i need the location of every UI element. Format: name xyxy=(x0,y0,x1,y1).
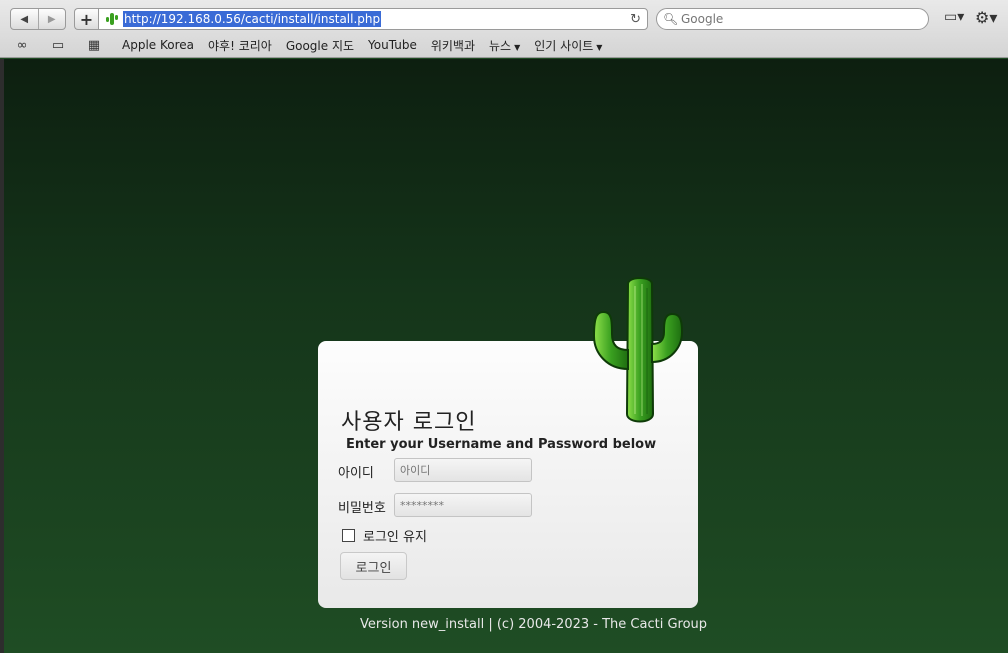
chevron-down-icon: ▼ xyxy=(514,42,521,52)
bookmark-google-maps[interactable]: Google 지도 xyxy=(286,37,354,54)
chevron-down-icon: ▼ xyxy=(596,42,603,52)
reload-icon[interactable]: ↻ xyxy=(630,12,641,27)
cactus-logo xyxy=(592,277,684,423)
username-input[interactable] xyxy=(394,458,532,482)
remember-checkbox[interactable] xyxy=(342,529,355,542)
remember-label: 로그인 유지 xyxy=(363,530,427,545)
login-button[interactable]: 로그인 xyxy=(340,552,407,580)
bookmark-apple-korea[interactable]: Apple Korea xyxy=(122,38,194,52)
add-icon[interactable]: + xyxy=(74,8,98,30)
reading-list-icon[interactable]: ∞ xyxy=(8,38,36,53)
search-field[interactable]: 🔍︎ xyxy=(656,8,929,30)
bookmarks-bar: ∞ ▭ ▦ Apple Korea 야후! 코리아 Google 지도 YouT… xyxy=(0,34,603,56)
remember-row: 로그인 유지 xyxy=(342,526,427,545)
page-menu-icon[interactable]: ▭▾ xyxy=(944,9,968,29)
bookmarks-icon[interactable]: ▭ xyxy=(44,38,72,53)
left-edge-strip xyxy=(0,59,4,653)
browser-toolbar: ◀ ▶ + http://192.168.0.56/cacti/install/… xyxy=(0,0,1008,58)
search-icon: 🔍︎ xyxy=(663,12,679,26)
forward-icon[interactable]: ▶ xyxy=(37,9,66,29)
address-bar[interactable]: http://192.168.0.56/cacti/install/instal… xyxy=(98,8,648,30)
cacti-favicon xyxy=(106,13,118,25)
bookmark-popular-sites[interactable]: 인기 사이트 ▼ xyxy=(534,37,602,54)
bookmark-wikipedia[interactable]: 위키백과 xyxy=(431,37,475,54)
url-text[interactable]: http://192.168.0.56/cacti/install/instal… xyxy=(123,11,382,27)
settings-icon[interactable]: ⚙▾ xyxy=(975,8,1001,30)
bookmark-news[interactable]: 뉴스 ▼ xyxy=(489,37,520,54)
back-icon[interactable]: ◀ xyxy=(11,9,38,29)
login-title: 사용자 로그인 xyxy=(341,410,477,435)
login-subtitle: Enter your Username and Password below xyxy=(346,437,657,452)
version-footer: Version new_install | (c) 2004-2023 - Th… xyxy=(360,617,708,632)
bookmark-news-label: 뉴스 xyxy=(489,38,512,53)
password-label: 비밀번호 xyxy=(338,501,386,516)
bookmark-youtube[interactable]: YouTube xyxy=(368,38,417,52)
bookmark-popular-sites-label: 인기 사이트 xyxy=(534,38,594,53)
bookmark-yahoo-korea[interactable]: 야후! 코리아 xyxy=(208,37,272,54)
search-input[interactable] xyxy=(681,12,911,26)
username-label: 아이디 xyxy=(338,466,374,481)
password-input[interactable] xyxy=(394,493,532,517)
nav-buttons: ◀ ▶ xyxy=(10,8,66,30)
top-sites-icon[interactable]: ▦ xyxy=(80,38,108,53)
